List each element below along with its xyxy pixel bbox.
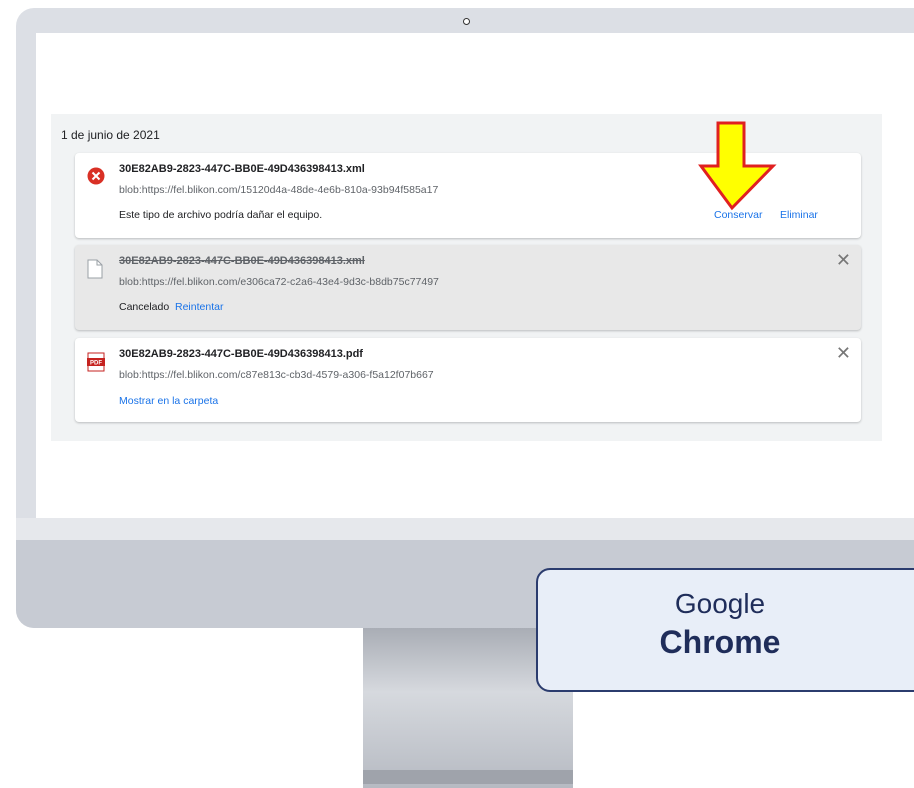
error-icon (87, 167, 105, 185)
file-name[interactable]: 30E82AB9-2823-447C-BB0E-49D436398413.xml (119, 163, 365, 175)
brand-badge: Google Chrome (536, 568, 914, 692)
monitor-stand-foot (363, 770, 573, 784)
badge-title: Google (674, 588, 766, 619)
download-item: 30E82AB9-2823-447C-BB0E-49D436398413.xml… (75, 245, 861, 330)
file-name[interactable]: 30E82AB9-2823-447C-BB0E-49D436398413.pdf (119, 348, 363, 360)
svg-text:PDF: PDF (90, 361, 102, 367)
arrow-down-icon (698, 121, 777, 211)
download-status: Cancelado (119, 301, 170, 313)
download-warning: Este tipo de archivo podría dañar el equ… (119, 209, 323, 221)
close-icon[interactable]: ✕ (836, 251, 851, 269)
retry-button[interactable]: Reintentar (175, 301, 223, 313)
badge-subtitle: Chrome (659, 624, 781, 660)
file-icon (87, 259, 103, 279)
file-name: 30E82AB9-2823-447C-BB0E-49D436398413.xml (119, 255, 365, 267)
file-url: blob:https://fel.blikon.com/15120d4a-48d… (119, 184, 439, 196)
date-heading: 1 de junio de 2021 (61, 128, 160, 142)
camera-dot (463, 18, 470, 25)
download-item: PDF 30E82AB9-2823-447C-BB0E-49D436398413… (75, 338, 861, 422)
file-url: blob:https://fel.blikon.com/c87e813c-cb3… (119, 369, 434, 381)
file-url: blob:https://fel.blikon.com/e306ca72-c2a… (119, 276, 439, 288)
show-in-folder-button[interactable]: Mostrar en la carpeta (119, 395, 218, 407)
monitor-bezel (16, 518, 914, 540)
close-icon[interactable]: ✕ (836, 344, 851, 362)
pdf-icon: PDF (87, 352, 105, 372)
delete-button[interactable]: Eliminar (780, 209, 818, 221)
